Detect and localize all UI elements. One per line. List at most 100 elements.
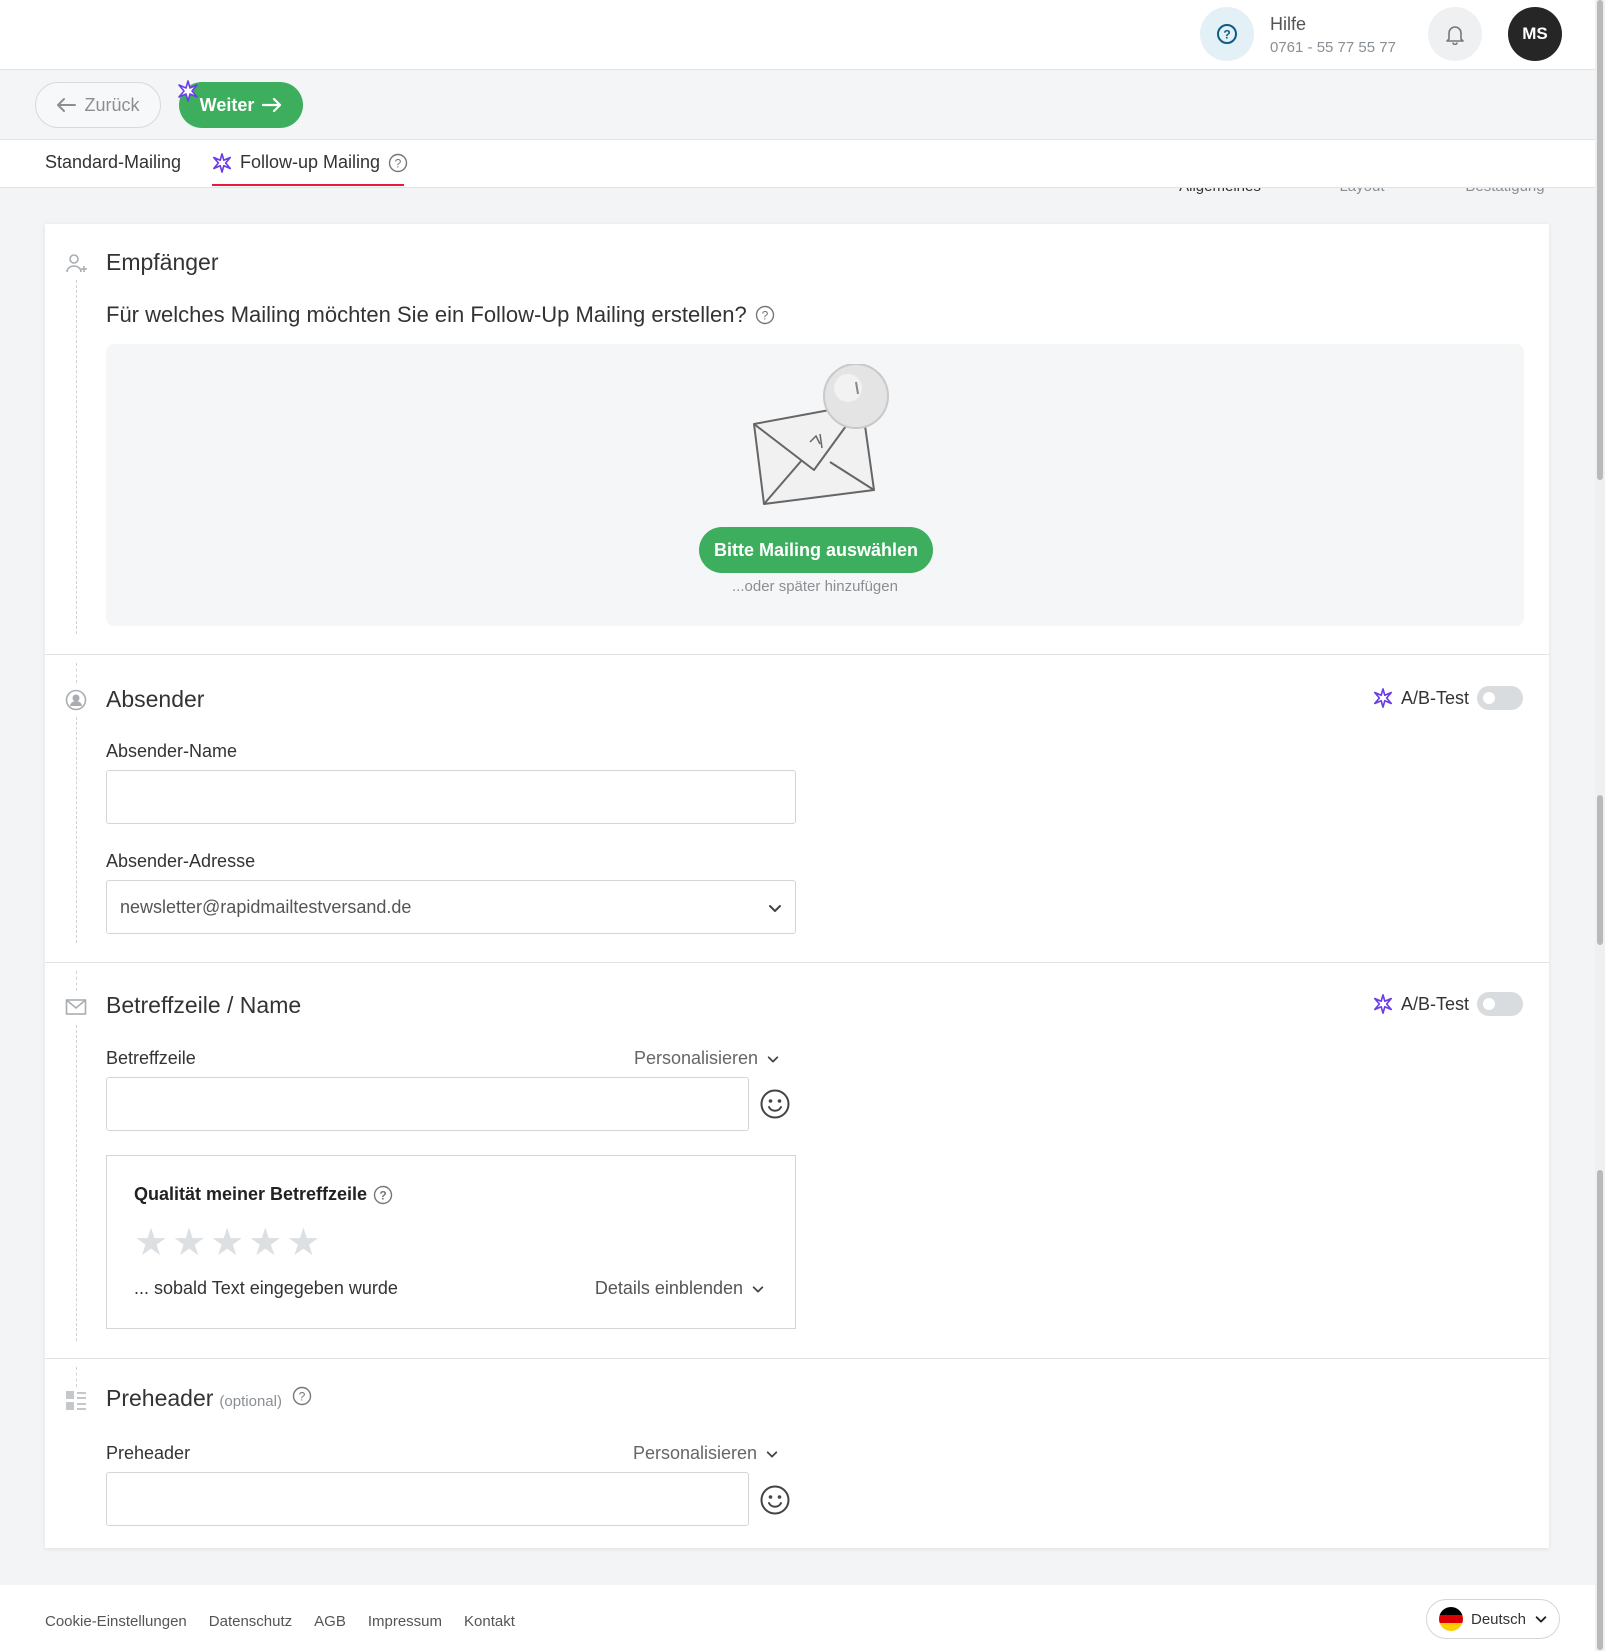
- bell-icon: [1446, 26, 1464, 45]
- help-icon[interactable]: ?: [292, 1386, 312, 1406]
- language-selector[interactable]: Deutsch: [1426, 1599, 1560, 1639]
- section-title: Preheader (optional) ?: [106, 1385, 312, 1412]
- preheader-section: Preheader (optional) ? Preheader Persona…: [45, 1359, 1549, 1547]
- help-icon: ?: [1217, 24, 1237, 44]
- back-label: Zurück: [84, 94, 140, 115]
- active-tab-indicator: [212, 184, 404, 186]
- scrollbar-thumb[interactable]: [1597, 0, 1603, 480]
- ab-test-toggle[interactable]: [1477, 686, 1523, 710]
- subject-personalize-dropdown[interactable]: Personalisieren: [634, 1048, 780, 1069]
- envelope-apple-illustration: [753, 364, 889, 505]
- add-later-wrap: ...oder später hinzufügen: [106, 578, 1524, 595]
- sparkle-icon: [1373, 688, 1392, 708]
- svg-text:?: ?: [395, 156, 402, 170]
- help-button[interactable]: ?: [1200, 7, 1254, 61]
- layout-list-icon: [66, 1391, 86, 1410]
- sparkle-icon: [177, 80, 199, 107]
- quality-note: ... sobald Text eingegeben wurde: [134, 1278, 398, 1298]
- footer-link-terms[interactable]: AGB: [314, 1613, 346, 1630]
- preheader-title: Preheader: [106, 1385, 214, 1411]
- show-details-button[interactable]: Details einblenden: [595, 1278, 765, 1299]
- chevron-down-icon: [1535, 1616, 1547, 1623]
- select-mailing-button[interactable]: Bitte Mailing auswählen: [699, 527, 933, 573]
- sender-section: Absender A/B-Test Absender-Name Absender…: [45, 655, 1549, 962]
- toggle-knob: [1480, 689, 1498, 707]
- sparkle-icon: [213, 152, 231, 173]
- footer-link-cookie-settings[interactable]: Cookie-Einstellungen: [45, 1613, 187, 1630]
- optional-label: (optional): [219, 1393, 282, 1410]
- preheader-input[interactable]: [106, 1472, 749, 1526]
- chevron-down-icon: [766, 1450, 778, 1457]
- section-connector: [76, 1367, 77, 1387]
- footer-link-contact[interactable]: Kontakt: [464, 1613, 515, 1630]
- german-flag-icon: [1439, 1607, 1463, 1631]
- personalize-label: Personalisieren: [634, 1048, 759, 1068]
- help-icon[interactable]: ?: [755, 305, 775, 325]
- arrow-right-icon: [262, 97, 282, 113]
- ab-test-toggle[interactable]: [1477, 992, 1523, 1016]
- sender-name-input[interactable]: [106, 770, 796, 824]
- mailing-empty-state: Bitte Mailing auswählen ...oder später h…: [106, 344, 1524, 626]
- svg-text:?: ?: [299, 1390, 306, 1404]
- personalize-label: Personalisieren: [633, 1443, 758, 1463]
- emoji-picker-icon[interactable]: [759, 1088, 791, 1120]
- help-info[interactable]: Hilfe 0761 - 55 77 55 77: [1270, 14, 1396, 56]
- chevron-down-icon: [769, 905, 781, 912]
- subject-label: Betreffzeile: [106, 1048, 196, 1068]
- star-icon: ★: [172, 1222, 207, 1264]
- help-icon[interactable]: ?: [373, 1185, 393, 1205]
- emoji-picker-icon[interactable]: [759, 1484, 791, 1516]
- next-label: Weiter: [199, 94, 255, 115]
- tab-label: Standard-Mailing: [45, 152, 182, 172]
- chevron-down-icon: [767, 1055, 779, 1062]
- sender-ab-test[interactable]: A/B-Test: [1373, 686, 1523, 710]
- footer-link-privacy[interactable]: Datenschutz: [209, 1613, 292, 1630]
- preheader-label: Preheader: [106, 1443, 191, 1463]
- svg-text:?: ?: [1223, 28, 1230, 42]
- sender-address-select[interactable]: newsletter@rapidmailtestversand.de: [106, 880, 796, 934]
- star-icon: ★: [210, 1222, 245, 1264]
- user-circle-icon: [65, 689, 87, 711]
- top-header: ? Hilfe 0761 - 55 77 55 77 MS: [0, 0, 1595, 70]
- star-icon: ★: [248, 1222, 283, 1264]
- preheader-personalize-dropdown[interactable]: Personalisieren: [633, 1443, 779, 1464]
- tab-standard-mailing[interactable]: Standard-Mailing: [45, 152, 181, 173]
- add-later-link[interactable]: ...oder später hinzufügen: [732, 578, 898, 595]
- help-phone: 0761 - 55 77 55 77: [1270, 39, 1396, 56]
- avatar[interactable]: MS: [1508, 7, 1562, 61]
- notifications-button[interactable]: [1428, 7, 1482, 61]
- section-connector: [76, 971, 77, 991]
- section-connector: [76, 1025, 77, 1341]
- recipients-question: Für welches Mailing möchten Sie ein Foll…: [106, 302, 775, 328]
- sender-name-label: Absender-Name: [106, 741, 238, 761]
- star-icon: ★: [134, 1222, 169, 1264]
- quality-title-text: Qualität meiner Betreffzeile: [134, 1184, 368, 1204]
- mailing-type-tabs: Standard-Mailing Follow-up Mailing ?: [0, 140, 1595, 188]
- toggle-knob: [1480, 995, 1498, 1013]
- subject-ab-test[interactable]: A/B-Test: [1373, 992, 1523, 1016]
- ab-test-label: A/B-Test: [1400, 687, 1469, 708]
- scrollbar-thumb[interactable]: [1597, 795, 1603, 945]
- footer-links: Cookie-Einstellungen Datenschutz AGB Imp…: [45, 1613, 515, 1630]
- tab-label: Follow-up Mailing: [240, 152, 381, 172]
- envelope-icon: [65, 999, 87, 1015]
- ab-test-label: A/B-Test: [1400, 993, 1469, 1014]
- section-title: Empfänger: [106, 249, 219, 275]
- subject-input[interactable]: [106, 1077, 749, 1131]
- subject-section: Betreffzeile / Name A/B-Test Betreffzeil…: [45, 963, 1549, 1358]
- scrollbar-thumb[interactable]: [1597, 1170, 1603, 1650]
- help-icon[interactable]: ?: [388, 153, 408, 173]
- arrow-left-icon: [57, 98, 77, 112]
- tab-followup-mailing[interactable]: Follow-up Mailing ?: [212, 152, 408, 173]
- section-connector: [76, 717, 77, 943]
- svg-text:?: ?: [761, 309, 768, 323]
- section-title: Absender: [106, 686, 205, 712]
- footer-link-imprint[interactable]: Impressum: [368, 1613, 442, 1630]
- section-connector: [76, 280, 77, 634]
- footer: Cookie-Einstellungen Datenschutz AGB Imp…: [0, 1585, 1595, 1651]
- star-icon: ★: [286, 1222, 321, 1264]
- back-button[interactable]: Zurück: [35, 82, 161, 128]
- show-details-label: Details einblenden: [594, 1278, 743, 1298]
- scrollbar[interactable]: [1595, 0, 1605, 1651]
- subject-quality-box: Qualität meiner Betreffzeile ? ★ ★ ★ ★ ★…: [106, 1155, 796, 1329]
